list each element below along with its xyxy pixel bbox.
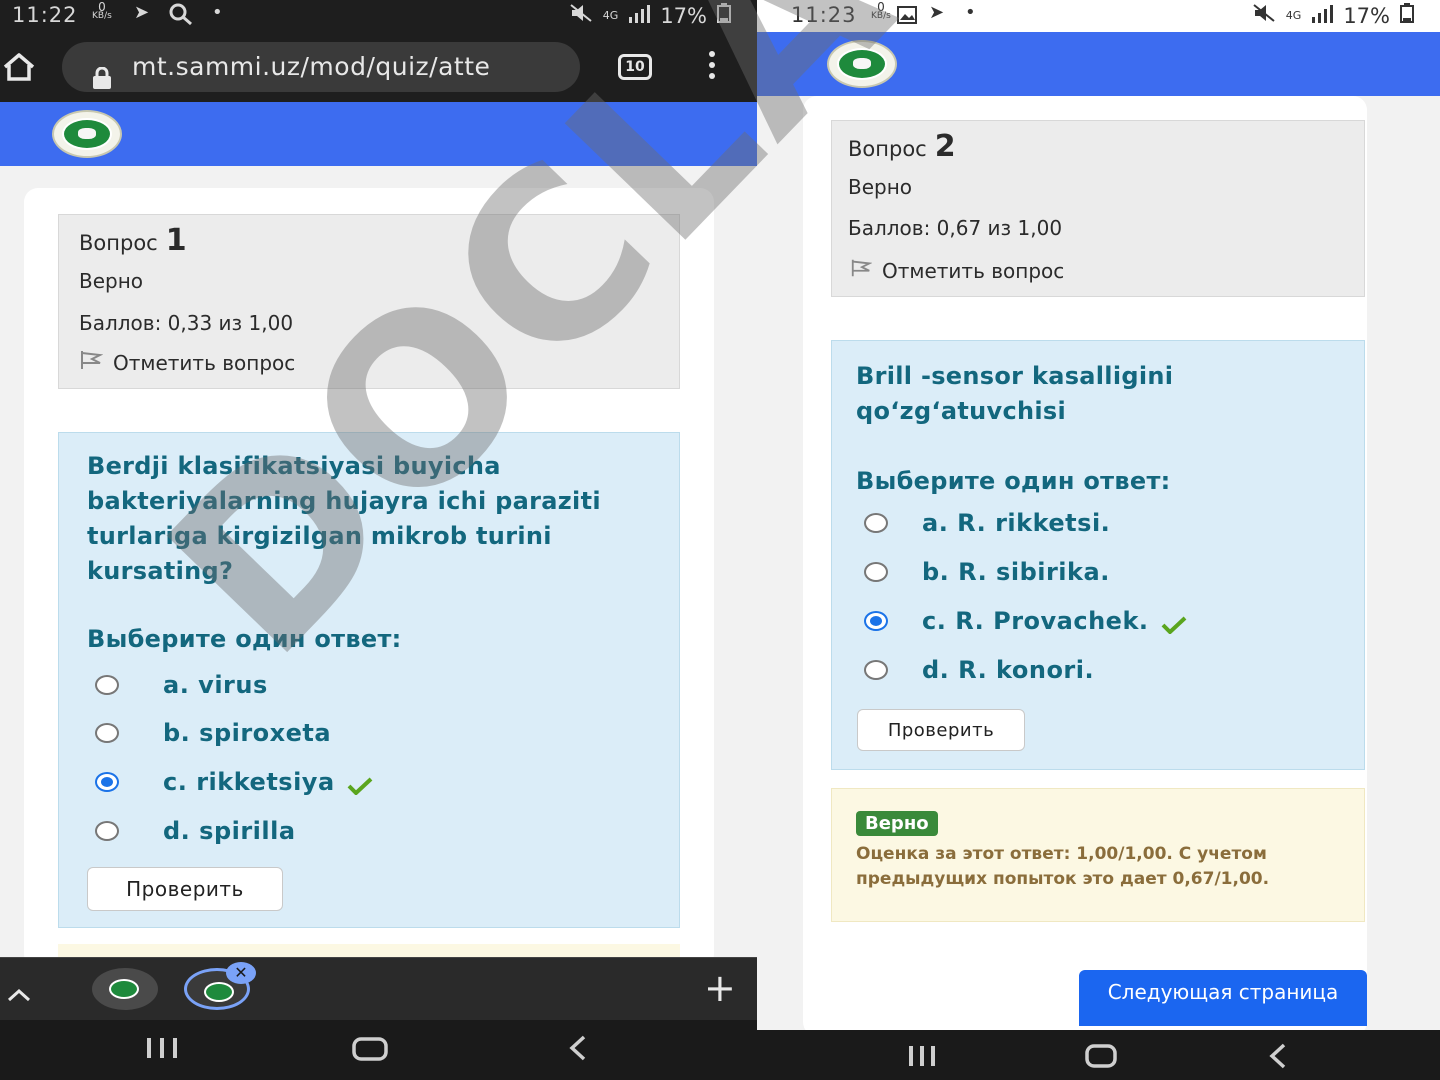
feedback-box-partial bbox=[58, 944, 680, 958]
status-bar-right: 11:23 0 KB/s ➤ • 4G 17% bbox=[757, 0, 1440, 32]
back-nav-icon[interactable] bbox=[566, 1034, 590, 1066]
url-text: mt.sammi.uz/mod/quiz/atte bbox=[132, 52, 491, 81]
question-info-box: Вопрос 2 Верно Баллов: 0,67 из 1,00 Отмет… bbox=[831, 120, 1365, 297]
question-grade: Баллов: 0,67 из 1,00 bbox=[848, 216, 1063, 240]
feedback-text: Оценка за этот ответ: 1,00/1,00. С учето… bbox=[856, 844, 1270, 889]
tab-thumbnail-1[interactable] bbox=[92, 968, 158, 1010]
radio-a[interactable] bbox=[95, 675, 119, 695]
kbs-indicator: 0 KB/s bbox=[92, 1, 112, 23]
correct-badge: Верно bbox=[856, 811, 938, 836]
radio-b[interactable] bbox=[864, 562, 888, 582]
radio-d[interactable] bbox=[864, 660, 888, 680]
mute-icon bbox=[1252, 3, 1276, 28]
answer-option-b[interactable]: b. R. sibirika. bbox=[864, 558, 1110, 586]
site-header bbox=[757, 32, 1440, 96]
status-time: 11:23 bbox=[791, 3, 857, 27]
radio-b[interactable] bbox=[95, 723, 119, 743]
home-nav-icon[interactable] bbox=[1085, 1043, 1117, 1073]
signal-icon bbox=[1311, 4, 1334, 28]
question-form: Berdji klasifikatsiyasi buyicha bakteriy… bbox=[58, 432, 680, 928]
question-state: Верно bbox=[79, 269, 144, 293]
question-card: Вопрос 2 Верно Баллов: 0,67 из 1,00 Отмет… bbox=[803, 96, 1367, 1030]
android-nav-bar-right bbox=[757, 1030, 1440, 1080]
rocket-icon: ➤ bbox=[134, 2, 150, 23]
search-icon bbox=[168, 2, 194, 31]
answer-option-d[interactable]: d. R. konori. bbox=[864, 656, 1094, 684]
question-text: Brill -sensor kasalligini qo‘zg‘atuvchis… bbox=[856, 362, 1174, 425]
recent-apps-icon[interactable] bbox=[145, 1036, 179, 1064]
answer-prompt: Выберите один ответ: bbox=[87, 625, 402, 653]
home-nav-icon[interactable] bbox=[352, 1036, 388, 1066]
tab-group-bar: ✕ + bbox=[0, 957, 757, 1021]
battery-icon bbox=[1400, 3, 1414, 28]
dot-icon: • bbox=[965, 2, 976, 23]
question-number: Вопрос 1 bbox=[79, 223, 187, 258]
chevron-up-icon[interactable] bbox=[6, 976, 32, 1011]
battery-icon bbox=[717, 3, 731, 28]
battery-percent: 17% bbox=[660, 3, 707, 28]
home-icon[interactable] bbox=[2, 52, 36, 84]
flag-question-link[interactable]: Отметить вопрос bbox=[79, 349, 295, 376]
answer-option-a[interactable]: a. R. rikketsi. bbox=[864, 509, 1110, 537]
radio-c-selected[interactable] bbox=[95, 772, 119, 792]
answer-prompt: Выберите один ответ: bbox=[856, 467, 1171, 495]
new-tab-icon[interactable]: + bbox=[704, 966, 736, 1010]
address-bar[interactable]: mt.sammi.uz/mod/quiz/atte bbox=[62, 42, 580, 92]
more-menu-icon[interactable] bbox=[702, 50, 722, 84]
check-button[interactable]: Проверить bbox=[87, 867, 283, 911]
rocket-icon: ➤ bbox=[929, 2, 945, 23]
correct-check-icon bbox=[347, 773, 373, 796]
site-header bbox=[0, 102, 757, 166]
question-number: Вопрос 2 bbox=[848, 129, 956, 164]
answer-option-b[interactable]: b. spiroxeta bbox=[95, 719, 331, 747]
network-type: 4G bbox=[602, 9, 619, 22]
answer-option-c[interactable]: c. rikketsiya bbox=[95, 768, 373, 796]
kbs-indicator: 0 KB/s bbox=[871, 1, 891, 23]
image-icon bbox=[897, 6, 917, 29]
flag-icon bbox=[850, 257, 873, 284]
battery-percent: 17% bbox=[1343, 3, 1390, 28]
network-type: 4G bbox=[1285, 9, 1302, 22]
check-button[interactable]: Проверить bbox=[857, 709, 1025, 751]
question-info-box: Вопрос 1 Верно Баллов: 0,33 из 1,00 Отмет… bbox=[58, 214, 680, 389]
question-text: Berdji klasifikatsiyasi buyicha bakteriy… bbox=[87, 452, 601, 585]
next-page-button[interactable]: Следующая страница bbox=[1079, 970, 1367, 1026]
left-phone-screen: 11:22 0 KB/s ➤ • 4G 17% mt.sammi.uz/mod/… bbox=[0, 0, 757, 1080]
dot-icon: • bbox=[212, 2, 223, 23]
browser-toolbar: mt.sammi.uz/mod/quiz/atte 10 bbox=[0, 32, 757, 102]
question-grade: Баллов: 0,33 из 1,00 bbox=[79, 311, 294, 335]
android-nav-bar bbox=[0, 1020, 757, 1080]
site-logo[interactable] bbox=[827, 40, 897, 88]
kbs-unit: KB/s bbox=[871, 11, 891, 21]
kbs-unit: KB/s bbox=[92, 11, 112, 21]
tab-switcher-button[interactable]: 10 bbox=[618, 54, 652, 80]
signal-icon bbox=[628, 4, 651, 28]
flag-icon bbox=[79, 349, 104, 376]
lock-icon bbox=[92, 56, 112, 89]
radio-c-selected[interactable] bbox=[864, 611, 888, 631]
answer-option-c[interactable]: c. R. Provachek. bbox=[864, 607, 1187, 635]
close-tab-icon[interactable]: ✕ bbox=[226, 962, 256, 984]
recent-apps-icon[interactable] bbox=[907, 1044, 937, 1072]
radio-d[interactable] bbox=[95, 821, 119, 841]
right-phone-screen: 11:23 0 KB/s ➤ • 4G 17% Вопрос 2 Верно Б… bbox=[757, 0, 1440, 1030]
answer-option-d[interactable]: d. spirilla bbox=[95, 817, 296, 845]
question-card: Вопрос 1 Верно Баллов: 0,33 из 1,00 Отмет… bbox=[24, 188, 714, 968]
status-time: 11:22 bbox=[12, 3, 78, 27]
back-nav-icon[interactable] bbox=[1267, 1042, 1289, 1074]
correct-check-icon bbox=[1161, 612, 1187, 635]
radio-a[interactable] bbox=[864, 513, 888, 533]
flag-question-link[interactable]: Отметить вопрос bbox=[850, 257, 1064, 284]
site-logo[interactable] bbox=[52, 110, 122, 158]
question-form: Brill -sensor kasalligini qo‘zg‘atuvchis… bbox=[831, 340, 1365, 770]
question-state: Верно bbox=[848, 175, 913, 199]
answer-option-a[interactable]: a. virus bbox=[95, 671, 268, 699]
status-bar: 11:22 0 KB/s ➤ • 4G 17% bbox=[0, 0, 757, 32]
feedback-box: Верно Оценка за этот ответ: 1,00/1,00. С… bbox=[831, 788, 1365, 922]
mute-icon bbox=[569, 3, 593, 28]
